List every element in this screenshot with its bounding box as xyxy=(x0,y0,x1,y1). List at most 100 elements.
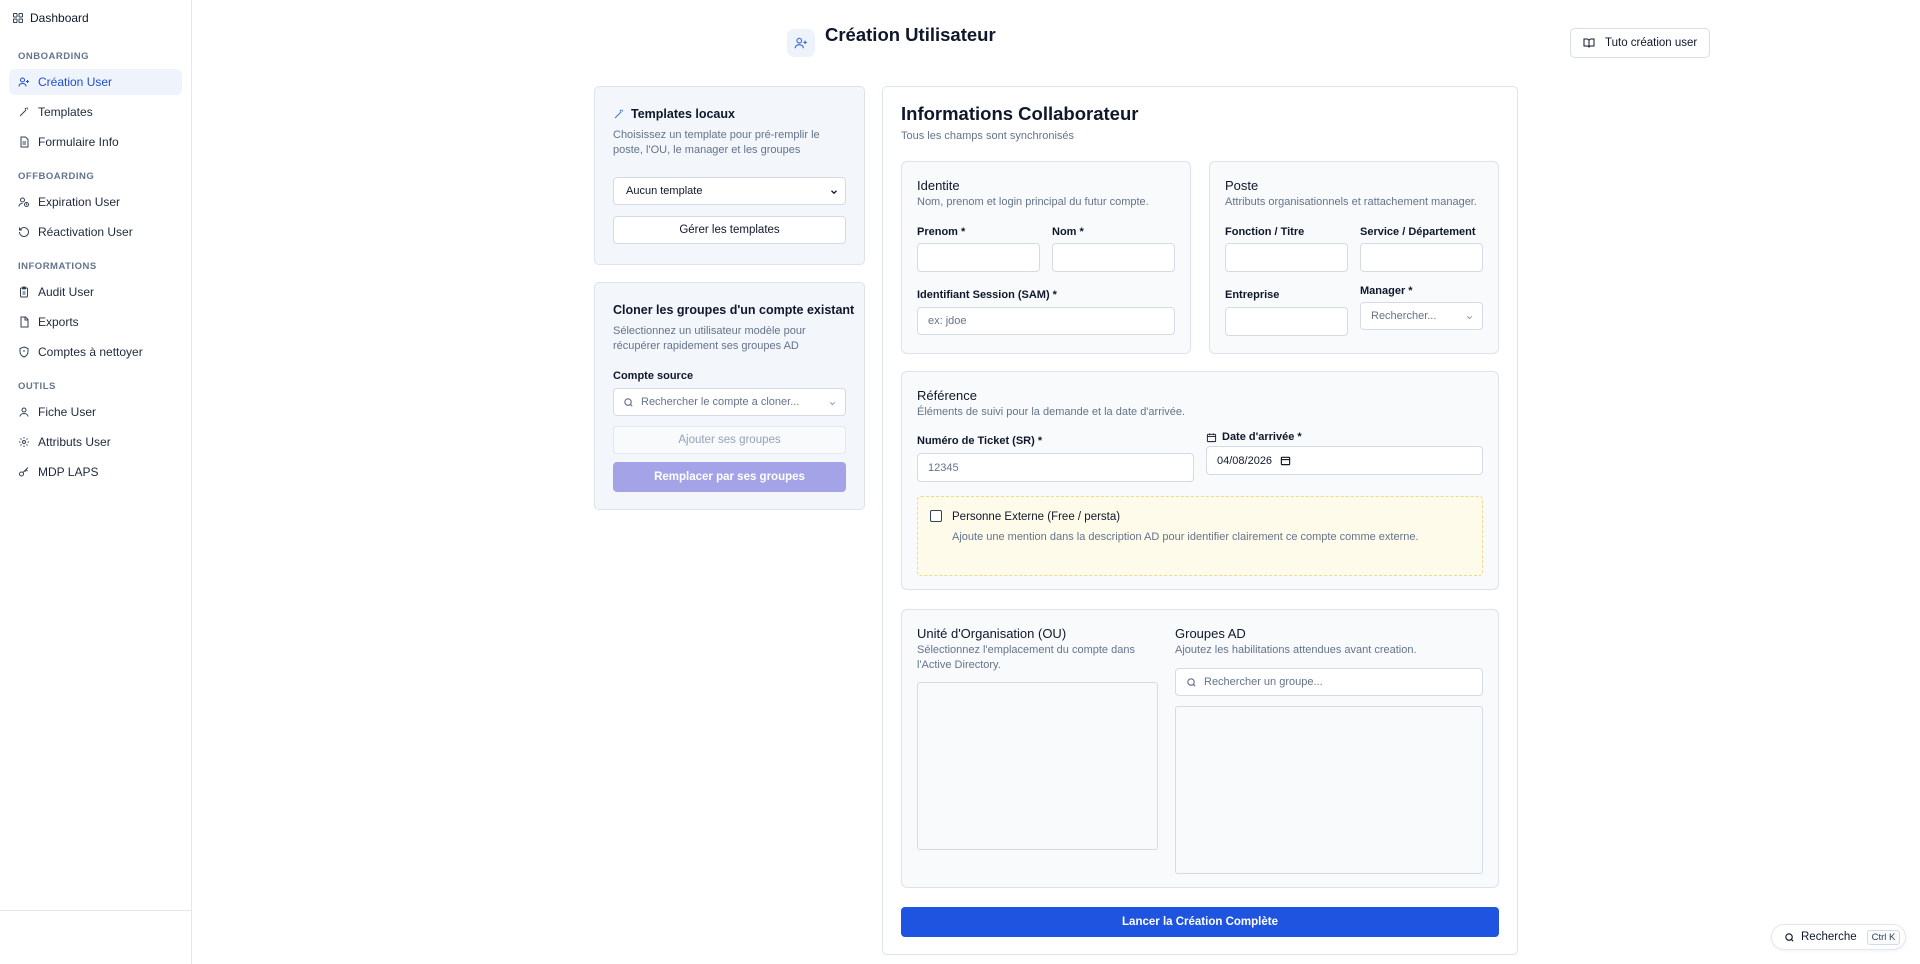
templates-card-description: Choisissez un template pour pré-remplir … xyxy=(613,128,853,158)
externe-description: Ajoute une mention dans la description A… xyxy=(952,531,1419,543)
prenom-label: Prenom * xyxy=(917,226,966,238)
sidebar-item-audit-user[interactable]: Audit User xyxy=(9,279,182,305)
sidebar-item-dashboard[interactable]: Dashboard xyxy=(12,10,89,26)
sidebar-divider xyxy=(0,910,192,911)
externe-label: Personne Externe (Free / persta) xyxy=(952,511,1121,523)
ticket-input[interactable]: 12345 xyxy=(917,453,1194,482)
date-input[interactable]: 04/08/2026 xyxy=(1206,446,1483,475)
user-icon xyxy=(19,407,29,417)
description-line: poste, l'OU, le manager et les groupes xyxy=(613,144,801,156)
sidebar-item-label: Expiration User xyxy=(38,195,121,209)
description-line: Choisissez un template pour pré-remplir … xyxy=(613,129,820,141)
source-account-placeholder: Rechercher le compte a cloner... xyxy=(641,396,800,408)
nom-label: Nom * xyxy=(1052,226,1084,238)
sidebar-item-exports[interactable]: Exports xyxy=(9,309,182,335)
sidebar-section-title: ONBOARDING xyxy=(18,51,89,62)
description-line: Sélectionnez l'emplacement du compte dan… xyxy=(917,644,1135,656)
reference-title: Référence xyxy=(917,388,977,403)
group-search-input[interactable]: Rechercher un groupe... xyxy=(1175,668,1483,696)
reference-description: Éléments de suivi pour la demande et la … xyxy=(917,406,1186,418)
chevron-down-icon xyxy=(1466,315,1473,320)
externe-checkbox[interactable] xyxy=(930,510,942,522)
wand-icon xyxy=(19,107,28,117)
nom-input[interactable] xyxy=(1052,243,1175,272)
shield-icon xyxy=(19,346,29,358)
replace-groups-button[interactable]: Remplacer par ses groupes xyxy=(613,462,846,492)
manager-label: Manager * xyxy=(1360,285,1413,297)
user-clock-icon xyxy=(18,197,29,207)
groups-list[interactable] xyxy=(1175,706,1483,874)
info-title: Informations Collaborateur xyxy=(901,103,1139,124)
source-account-label: Compte source xyxy=(613,370,694,382)
ticket-label: Numéro de Ticket (SR) * xyxy=(917,435,1043,447)
service-label: Service / Département xyxy=(1360,226,1476,238)
sidebar-item-reactivation-user[interactable]: Réactivation User xyxy=(9,219,182,245)
tuto-button[interactable]: Tuto création user xyxy=(1570,28,1710,58)
externe-box: Personne Externe (Free / persta) Ajoute … xyxy=(917,496,1483,576)
rotate-icon xyxy=(19,227,29,237)
clipboard-icon xyxy=(20,286,28,298)
groups-title: Groupes AD xyxy=(1175,626,1246,641)
sidebar-item-label: Fiche User xyxy=(38,405,97,419)
sidebar: Dashboard ONBOARDING Création User Templ… xyxy=(0,0,192,964)
source-account-search[interactable]: Rechercher le compte a cloner... xyxy=(613,388,846,416)
poste-section: Poste Attributs organisationnels et ratt… xyxy=(1209,161,1499,354)
book-icon xyxy=(1583,38,1595,48)
entreprise-input[interactable] xyxy=(1225,307,1348,336)
search-icon xyxy=(1187,678,1196,687)
sidebar-item-templates[interactable]: Templates xyxy=(9,99,182,125)
identite-title: Identite xyxy=(917,178,960,193)
date-value: 04/08/2026 xyxy=(1217,454,1273,467)
search-icon xyxy=(624,398,633,407)
entreprise-label: Entreprise xyxy=(1225,289,1280,301)
description-line: récupérer rapidement ses groupes AD xyxy=(613,340,799,352)
manager-placeholder: Rechercher... xyxy=(1371,310,1437,322)
chevron-down-icon xyxy=(829,401,836,406)
info-subtitle: Tous les champs sont synchronisés xyxy=(901,130,1075,142)
sidebar-item-fiche-user[interactable]: Fiche User xyxy=(9,399,182,425)
prenom-input[interactable] xyxy=(917,243,1040,272)
sam-input[interactable]: ex: jdoe xyxy=(917,307,1175,335)
templates-card-title: Templates locaux xyxy=(631,107,735,121)
shortcut-badge: Ctrl K xyxy=(1866,929,1901,945)
search-icon xyxy=(1785,932,1794,942)
key-icon xyxy=(19,467,29,477)
template-select[interactable]: Aucun template xyxy=(613,177,846,205)
sidebar-item-formulaire-info[interactable]: Formulaire Info xyxy=(9,129,182,155)
ou-groups-section: Unité d'Organisation (OU) Sélectionnez l… xyxy=(901,609,1499,888)
sidebar-item-comptes-a-nettoyer[interactable]: Comptes à nettoyer xyxy=(9,339,182,365)
sidebar-item-label: Formulaire Info xyxy=(38,135,119,149)
ou-tree[interactable] xyxy=(917,682,1158,850)
manager-select[interactable]: Rechercher... xyxy=(1360,302,1483,330)
file-icon xyxy=(20,316,29,328)
poste-description: Attributs organisationnels et rattacheme… xyxy=(1225,196,1477,208)
sidebar-section-title: INFORMATIONS xyxy=(18,261,97,272)
launch-creation-button[interactable]: Lancer la Création Complète xyxy=(901,907,1499,937)
sidebar-item-creation-user[interactable]: Création User xyxy=(9,69,182,95)
sidebar-item-expiration-user[interactable]: Expiration User xyxy=(9,189,182,215)
identite-description: Nom, prenom et login principal du futur … xyxy=(917,196,1149,208)
global-search-button[interactable]: Recherche Ctrl K xyxy=(1771,924,1906,950)
date-label: Date d'arrivée * xyxy=(1222,431,1302,443)
manage-templates-button[interactable]: Gérer les templates xyxy=(613,216,846,244)
group-search-placeholder: Rechercher un groupe... xyxy=(1204,676,1323,688)
gear-icon xyxy=(19,437,29,447)
clone-card-title: Cloner les groupes d'un compte existant xyxy=(613,303,855,317)
sidebar-item-label: Réactivation User xyxy=(38,225,133,239)
service-input[interactable] xyxy=(1360,243,1483,272)
ou-description: Sélectionnez l'emplacement du compte dan… xyxy=(917,643,1157,673)
calendar-picker-icon[interactable] xyxy=(1280,455,1291,466)
date-label-row: Date d'arrivée * xyxy=(1206,431,1302,443)
sidebar-item-label: Audit User xyxy=(38,285,95,299)
fonction-input[interactable] xyxy=(1225,243,1348,272)
reference-section: Référence Éléments de suivi pour la dema… xyxy=(901,371,1499,590)
sidebar-item-label: Templates xyxy=(38,105,93,119)
sidebar-item-mdp-laps[interactable]: MDP LAPS xyxy=(9,459,182,485)
clone-groups-card: Cloner les groupes d'un compte existant … xyxy=(594,282,865,510)
identite-section: Identite Nom, prenom et login principal … xyxy=(901,161,1191,354)
sam-placeholder: ex: jdoe xyxy=(928,315,967,327)
add-groups-button[interactable]: Ajouter ses groupes xyxy=(613,426,846,454)
fonction-label: Fonction / Titre xyxy=(1225,226,1305,238)
sidebar-item-attributs-user[interactable]: Attributs User xyxy=(9,429,182,455)
sidebar-item-label: Attributs User xyxy=(38,435,111,449)
